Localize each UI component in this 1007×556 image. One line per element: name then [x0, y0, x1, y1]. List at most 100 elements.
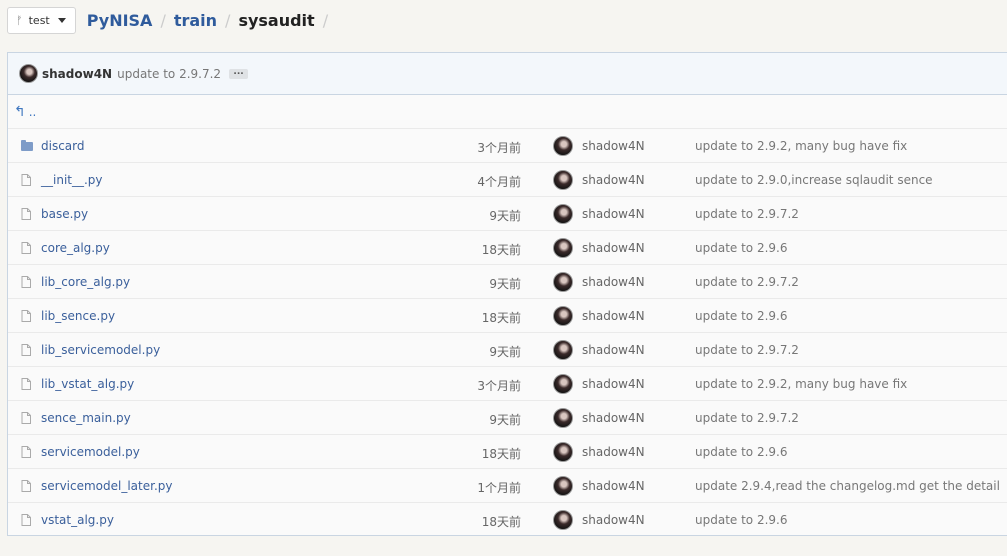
commit-age: 1个月前	[477, 481, 521, 495]
commit-author[interactable]: shadow4N	[582, 445, 645, 459]
commit-age: 9天前	[489, 345, 521, 359]
avatar[interactable]	[553, 204, 573, 224]
avatar[interactable]	[553, 238, 573, 258]
parent-directory-row[interactable]: ↰ ..	[8, 95, 1007, 129]
breadcrumb-repo-link[interactable]: PyNISA	[87, 11, 153, 30]
commit-message-link[interactable]: update to 2.9.7.2	[117, 67, 221, 81]
chevron-down-icon	[57, 17, 66, 23]
file-icon	[21, 514, 31, 526]
file-name-link[interactable]: lib_sence.py	[41, 309, 115, 323]
file-row[interactable]: core_alg.py 18天前 shadow4N update to 2.9.6	[8, 231, 1007, 265]
commit-author[interactable]: shadow4N	[582, 479, 645, 493]
file-icon	[21, 412, 31, 424]
commit-message-link[interactable]: update to 2.9.7.2	[695, 207, 799, 221]
file-name-link[interactable]: core_alg.py	[41, 241, 110, 255]
avatar[interactable]	[553, 408, 573, 428]
file-row[interactable]: lib_core_alg.py 9天前 shadow4N update to 2.9.…	[8, 265, 1007, 299]
folder-name-link[interactable]: discard	[41, 139, 85, 153]
file-name-link[interactable]: lib_vstat_alg.py	[41, 377, 134, 391]
commit-message-link[interactable]: update to 2.9.7.2	[695, 343, 799, 357]
file-browser: shadow4N update to 2.9.7.2 ... ↰ .. disc…	[7, 52, 1007, 536]
file-name-link[interactable]: servicemodel.py	[41, 445, 140, 459]
commit-message-link[interactable]: update to 2.9.7.2	[695, 411, 799, 425]
avatar[interactable]	[553, 476, 573, 496]
file-row[interactable]: __init__.py 4个月前 shadow4N update to 2.9.0,i…	[8, 163, 1007, 197]
avatar[interactable]	[553, 170, 573, 190]
file-name-link[interactable]: sence_main.py	[41, 411, 131, 425]
breadcrumb-current: sysaudit	[238, 10, 315, 30]
commit-message-link[interactable]: update to 2.9.6	[695, 241, 788, 255]
file-name-link[interactable]: servicemodel_later.py	[41, 479, 173, 493]
commit-age: 18天前	[481, 311, 521, 325]
commit-message-link[interactable]: update to 2.9.6	[695, 445, 788, 459]
file-row[interactable]: servicemodel_later.py 1个月前 shadow4N update …	[8, 469, 1007, 503]
commit-author[interactable]: shadow4N	[582, 139, 645, 153]
commit-author[interactable]: shadow4N	[582, 377, 645, 391]
latest-commit-bar: shadow4N update to 2.9.7.2 ...	[8, 53, 1007, 95]
branch-label: test	[28, 13, 50, 27]
file-icon	[21, 378, 31, 390]
commit-message-link[interactable]: update to 2.9.6	[695, 513, 788, 527]
commit-message-link[interactable]: update 2.9.4,read the changelog.md get t…	[695, 479, 1000, 493]
file-icon	[21, 344, 31, 356]
commit-author[interactable]: shadow4N	[582, 241, 645, 255]
up-arrow-icon: ↰	[14, 103, 26, 120]
file-row[interactable]: lib_servicemodel.py 9天前 shadow4N update to …	[8, 333, 1007, 367]
file-icon	[21, 242, 31, 254]
commit-author[interactable]: shadow4N	[582, 343, 645, 357]
expand-commit-button[interactable]: ...	[229, 67, 249, 79]
commit-age: 3个月前	[477, 141, 521, 155]
top-bar: ᚠ test PyNISA / train / sysaudit /	[7, 6, 336, 34]
file-name-link[interactable]: vstat_alg.py	[41, 513, 114, 527]
folder-icon	[21, 140, 33, 152]
commit-author-link[interactable]: shadow4N	[42, 67, 112, 81]
file-name-link[interactable]: lib_servicemodel.py	[41, 343, 160, 357]
commit-author[interactable]: shadow4N	[582, 207, 645, 221]
commit-message-link[interactable]: update to 2.9.7.2	[695, 275, 799, 289]
file-name-link[interactable]: lib_core_alg.py	[41, 275, 130, 289]
folder-row[interactable]: discard 3个月前 shadow4N update to 2.9.2, many…	[8, 129, 1007, 163]
file-row[interactable]: vstat_alg.py 18天前 shadow4N update to 2.9.6	[8, 503, 1007, 535]
branch-selector-button[interactable]: ᚠ test	[7, 6, 76, 34]
file-row[interactable]: sence_main.py 9天前 shadow4N update to 2.9.7.…	[8, 401, 1007, 435]
commit-age: 18天前	[481, 243, 521, 257]
breadcrumb-separator: /	[225, 10, 231, 30]
commit-author[interactable]: shadow4N	[582, 411, 645, 425]
commit-age: 18天前	[481, 515, 521, 529]
file-name-link[interactable]: base.py	[41, 207, 88, 221]
commit-author[interactable]: shadow4N	[582, 173, 645, 187]
commit-age: 9天前	[489, 277, 521, 291]
breadcrumb-separator: /	[322, 10, 329, 30]
parent-directory-link[interactable]: ..	[29, 105, 37, 119]
file-name-link[interactable]: __init__.py	[41, 173, 103, 187]
file-row[interactable]: lib_sence.py 18天前 shadow4N update to 2.9.6	[8, 299, 1007, 333]
avatar[interactable]	[553, 442, 573, 462]
commit-age: 18天前	[481, 447, 521, 461]
commit-author[interactable]: shadow4N	[582, 275, 645, 289]
file-icon	[21, 208, 31, 220]
breadcrumb: PyNISA / train / sysaudit /	[87, 11, 336, 30]
file-row[interactable]: base.py 9天前 shadow4N update to 2.9.7.2	[8, 197, 1007, 231]
avatar[interactable]	[553, 306, 573, 326]
file-row[interactable]: lib_vstat_alg.py 3个月前 shadow4N update to 2.…	[8, 367, 1007, 401]
avatar[interactable]	[553, 374, 573, 394]
avatar[interactable]	[553, 340, 573, 360]
file-icon	[21, 174, 31, 186]
file-icon	[21, 310, 31, 322]
commit-message-link[interactable]: update to 2.9.2, many bug have fix	[695, 139, 907, 153]
commit-author[interactable]: shadow4N	[582, 513, 645, 527]
avatar[interactable]	[553, 510, 573, 530]
commit-message-link[interactable]: update to 2.9.2, many bug have fix	[695, 377, 907, 391]
avatar[interactable]	[553, 136, 573, 156]
commit-age: 4个月前	[477, 175, 521, 189]
avatar[interactable]	[19, 64, 38, 83]
breadcrumb-separator: /	[160, 10, 166, 30]
commit-message-link[interactable]: update to 2.9.6	[695, 309, 788, 323]
commit-age: 9天前	[489, 209, 521, 223]
breadcrumb-dir-link[interactable]: train	[174, 11, 217, 30]
file-icon	[21, 446, 31, 458]
file-row[interactable]: servicemodel.py 18天前 shadow4N update to 2.9…	[8, 435, 1007, 469]
avatar[interactable]	[553, 272, 573, 292]
commit-author[interactable]: shadow4N	[582, 309, 645, 323]
commit-message-link[interactable]: update to 2.9.0,increase sqlaudit sence	[695, 173, 933, 187]
